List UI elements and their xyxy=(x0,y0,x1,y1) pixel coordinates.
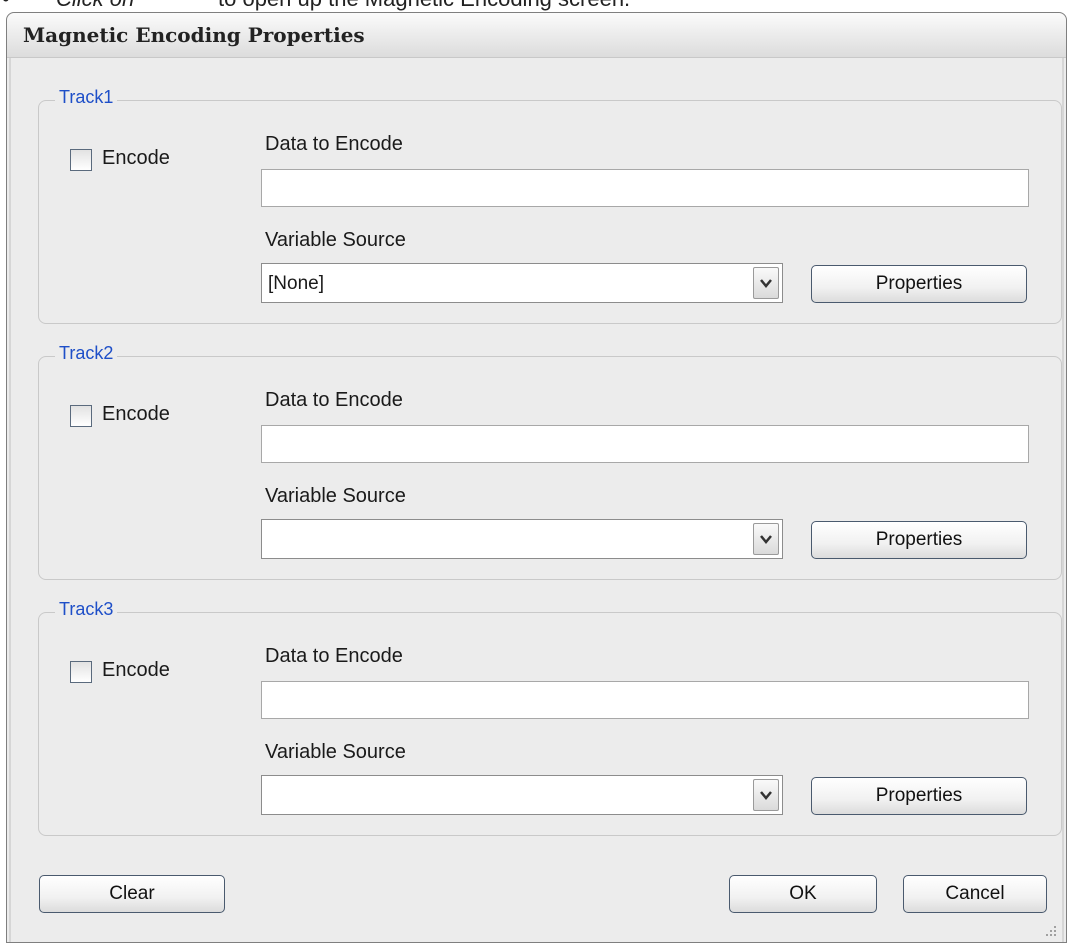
track1-properties-button[interactable]: Properties xyxy=(811,265,1027,303)
track1-group: Track1 Encode Data to Encode Variable So… xyxy=(38,87,1062,324)
track3-encode-checkbox[interactable] xyxy=(70,661,92,683)
track2-properties-button[interactable]: Properties xyxy=(811,521,1027,559)
chevron-down-icon[interactable] xyxy=(753,779,779,811)
ok-button[interactable]: OK xyxy=(729,875,877,913)
track1-variable-value: [None] xyxy=(268,273,324,294)
track1-variable-label: Variable Source xyxy=(265,229,406,251)
resize-grip-icon[interactable] xyxy=(1042,922,1058,938)
caption-bullet: • xyxy=(2,0,10,12)
track2-group: Track2 Encode Data to Encode Variable So… xyxy=(38,343,1062,580)
track3-data-label: Data to Encode xyxy=(265,645,403,667)
caption-click-text: Click on xyxy=(56,0,134,12)
track3-variable-label: Variable Source xyxy=(265,741,406,763)
track1-data-input[interactable] xyxy=(261,169,1029,207)
caption-rest-text: to open up the Magnetic Encoding screen. xyxy=(218,0,630,12)
track3-variable-select[interactable] xyxy=(261,775,783,815)
track3-group: Track3 Encode Data to Encode Variable So… xyxy=(38,599,1062,836)
track1-encode-label[interactable]: Encode xyxy=(102,147,170,170)
track3-data-input[interactable] xyxy=(261,681,1029,719)
magnetic-encoding-dialog: Magnetic Encoding Properties Track1 Enco… xyxy=(6,12,1067,943)
track1-data-label: Data to Encode xyxy=(265,133,403,155)
cancel-button[interactable]: Cancel xyxy=(903,875,1047,913)
dialog-body: Track1 Encode Data to Encode Variable So… xyxy=(9,58,1064,942)
document-caption: • Click on to open up the Magnetic Encod… xyxy=(0,0,1075,12)
dialog-title: Magnetic Encoding Properties xyxy=(23,23,365,47)
track2-variable-label: Variable Source xyxy=(265,485,406,507)
track1-variable-select[interactable]: [None] xyxy=(261,263,783,303)
track2-variable-select[interactable] xyxy=(261,519,783,559)
track2-data-label: Data to Encode xyxy=(265,389,403,411)
clear-button[interactable]: Clear xyxy=(39,875,225,913)
chevron-down-icon[interactable] xyxy=(753,523,779,555)
track3-properties-button[interactable]: Properties xyxy=(811,777,1027,815)
chevron-down-icon[interactable] xyxy=(753,267,779,299)
track3-encode-label[interactable]: Encode xyxy=(102,659,170,682)
track2-encode-checkbox[interactable] xyxy=(70,405,92,427)
dialog-titlebar[interactable]: Magnetic Encoding Properties xyxy=(7,13,1066,58)
track1-encode-checkbox[interactable] xyxy=(70,149,92,171)
track2-encode-label[interactable]: Encode xyxy=(102,403,170,426)
track1-legend: Track1 xyxy=(55,87,118,108)
track2-legend: Track2 xyxy=(55,343,118,364)
track3-legend: Track3 xyxy=(55,599,118,620)
track2-data-input[interactable] xyxy=(261,425,1029,463)
